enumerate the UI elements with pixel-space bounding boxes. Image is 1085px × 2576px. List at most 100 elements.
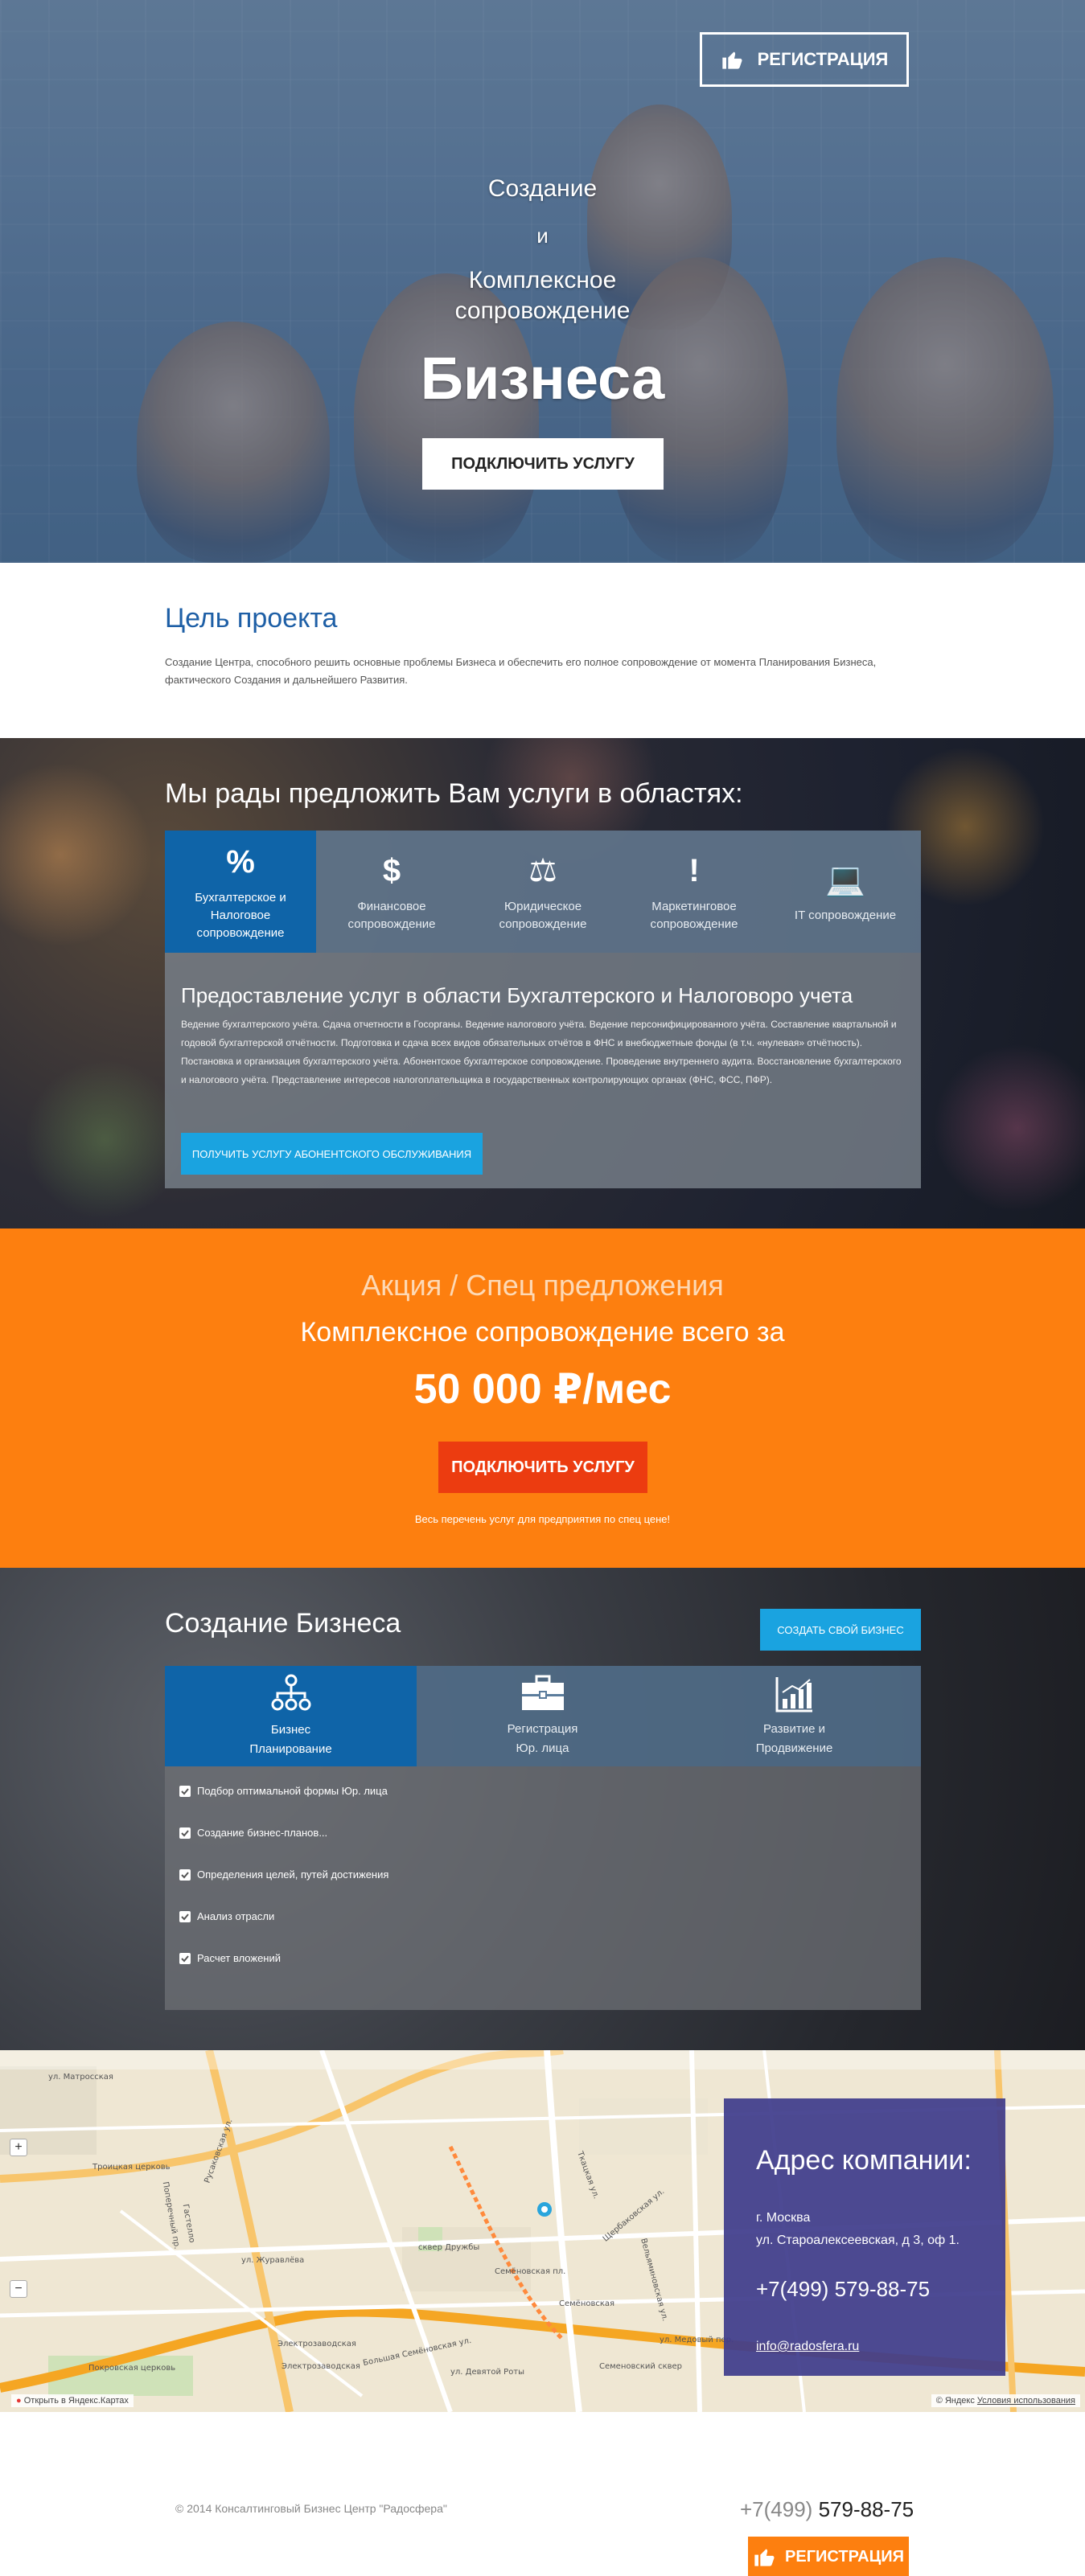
tab-label-line1: Финансовое: [357, 900, 426, 913]
list-item-label: Создание бизнес-планов...: [197, 1827, 328, 1839]
map-label: ул. Матросская: [48, 2073, 113, 2082]
address-title: Адрес компании:: [756, 2145, 972, 2176]
tab-development[interactable]: Развитие и Продвижение: [668, 1666, 920, 1766]
map-section[interactable]: + − ул. Матросская Троицкая церковь Руса…: [0, 2050, 1085, 2412]
list-item-label: Анализ отрасли: [197, 1910, 275, 1922]
hero-section: РЕГИСТРАЦИЯ Создание и Комплексное сопро…: [0, 0, 1085, 563]
tab-finance[interactable]: $ Финансовое сопровождение: [316, 831, 467, 953]
address-email-link[interactable]: info@radosfera.ru: [756, 2340, 859, 2354]
map-label: Ткацкая ул.: [575, 2150, 601, 2201]
tab-business-planning[interactable]: Бизнес Планирование: [165, 1666, 417, 1766]
checkbox-icon: [179, 1911, 191, 1922]
org-chart-icon: [271, 1674, 310, 1710]
tab-label-line2: сопровождение: [499, 917, 587, 931]
promo-title: Акция / Спец предложения: [361, 1269, 724, 1302]
checkbox-icon: [179, 1953, 191, 1964]
map-label: ул. Медовый пер.: [660, 2336, 734, 2344]
tab-label-line2: Юр. лица: [516, 1741, 569, 1755]
register-label: РЕГИСТРАЦИЯ: [757, 49, 889, 69]
map-label: Большая Семёновская ул.: [362, 2336, 473, 2369]
tab-label-line1: Бизнес: [270, 1722, 311, 1737]
tab-marketing[interactable]: ! Маркетинговое сопровождение: [619, 831, 770, 953]
tab-legal[interactable]: ⚖ Юридическое сопровождение: [467, 831, 619, 953]
promo-note: Весь перечень услуг для предприятия по с…: [414, 1513, 671, 1525]
hero-line-and: и: [536, 224, 549, 248]
business-section: Создание Бизнеса СОЗДАТЬ СВОЙ БИЗНЕС Биз…: [0, 1568, 1085, 2050]
list-item: Создание бизнес-планов...: [179, 1827, 388, 1868]
tab-label-line1: Юридическое: [503, 900, 582, 913]
map-copyright-text: © Яндекс: [935, 2396, 975, 2406]
get-subscription-service-button[interactable]: ПОЛУЧИТЬ УСЛУГУ АБОНЕНТСКОГО ОБСЛУЖИВАНИ…: [181, 1133, 483, 1175]
map-label: Семеновский сквер: [599, 2362, 683, 2371]
promo-connect-button[interactable]: ПОДКЛЮЧИТЬ УСЛУГУ: [438, 1442, 647, 1493]
services-panel-title: Предоставление услуг в области Бухгалтер…: [181, 983, 853, 1007]
services-title: Мы рады предложить Вам услуги в областях…: [165, 778, 743, 809]
services-section: Мы рады предложить Вам услуги в областях…: [0, 738, 1085, 1229]
map-label: Троицкая церковь: [92, 2163, 171, 2172]
bokeh-light: [24, 1060, 185, 1220]
services-tabs: % Бухгалтерское и Налоговое сопровождени…: [165, 831, 921, 953]
map-label: Поперечный пр.: [160, 2180, 182, 2250]
tab-label-line1: Маркетинговое: [651, 900, 737, 913]
laptop-icon: 💻: [825, 862, 865, 897]
hero-line-create: Создание: [487, 175, 598, 202]
address-city: г. Москва: [756, 2211, 811, 2225]
checkbox-icon: [179, 1786, 191, 1797]
connect-service-button[interactable]: ПОДКЛЮЧИТЬ УСЛУГУ: [422, 438, 664, 490]
address-box: Адрес компании: г. Москва ул. Староалекс…: [724, 2098, 1005, 2376]
services-panel: % Бухгалтерское и Налоговое сопровождени…: [165, 831, 921, 1188]
open-in-yandex-label: Открыть в Яндекс.Картах: [23, 2396, 129, 2406]
address-phone: +7(499) 579-88-75: [756, 2277, 931, 2301]
bokeh-light: [0, 762, 153, 947]
map-label: Семёновская: [559, 2299, 615, 2308]
open-in-yandex-link[interactable]: ● Открыть в Яндекс.Картах: [11, 2394, 134, 2407]
list-item-label: Определения целей, путей достижения: [197, 1868, 389, 1881]
briefcase-icon: [521, 1675, 564, 1710]
map-label: Русаковская ул.: [203, 2118, 235, 2184]
checkbox-icon: [179, 1827, 191, 1839]
map-label: ул. Журавлёва: [241, 2256, 305, 2265]
exclamation-icon: !: [688, 853, 700, 888]
map-label: Щербаковская ул.: [601, 2187, 667, 2244]
footer-copyright: © 2014 Консалтинговый Бизнес Центр "Радо…: [175, 2502, 447, 2515]
create-business-button[interactable]: СОЗДАТЬ СВОЙ БИЗНЕС: [760, 1609, 921, 1651]
tab-label-line1: Бухгалтерское и: [195, 891, 286, 904]
tab-label-line1: Регистрация: [507, 1721, 578, 1736]
footer-register-label: РЕГИСТРАЦИЯ: [785, 2547, 904, 2566]
footer-register-button[interactable]: РЕГИСТРАЦИЯ: [748, 2537, 909, 2576]
hero-line-complex-a: Комплексное: [468, 267, 617, 293]
business-panel: Бизнес Планирование Регистрация Юр. лица: [165, 1666, 921, 2010]
tab-label-line2: Налоговое: [210, 909, 271, 922]
scales-icon: ⚖: [528, 853, 557, 888]
address-street: ул. Староалексеевская, д 3, оф 1.: [756, 2233, 960, 2247]
hero-line-complex-b: сопровождение: [454, 297, 631, 324]
tab-label-line2: сопровождение: [650, 917, 738, 931]
list-item: Определения целей, путей достижения: [179, 1868, 388, 1910]
hero-line-complex: Комплексное сопровождение: [0, 265, 1085, 326]
tab-accounting[interactable]: % Бухгалтерское и Налоговое сопровождени…: [165, 831, 316, 953]
footer-phone-prefix: +7(499): [740, 2497, 813, 2521]
terms-link[interactable]: Условия использования: [977, 2396, 1075, 2406]
list-item-label: Подбор оптимальной формы Юр. лица: [197, 1785, 388, 1797]
footer: © 2014 Консалтинговый Бизнес Центр "Радо…: [0, 2412, 1085, 2576]
tab-it[interactable]: 💻 IT сопровождение: [770, 831, 921, 953]
goal-text: Создание Центра, способного решить основ…: [165, 656, 877, 686]
tab-label-line1: IT сопровождение: [794, 909, 897, 922]
register-button[interactable]: РЕГИСТРАЦИЯ: [700, 32, 909, 87]
map-copyright: © Яндекс Условия использования: [931, 2394, 1080, 2407]
tab-label-line2: Продвижение: [755, 1741, 833, 1755]
map-label: Покровская церковь: [88, 2364, 176, 2373]
map-label: Семёновская пл.: [495, 2267, 566, 2276]
map-label: Электрозаводская: [282, 2362, 360, 2371]
tab-registration[interactable]: Регистрация Юр. лица: [417, 1666, 668, 1766]
growth-chart-icon: [775, 1676, 812, 1712]
list-item: Анализ отрасли: [179, 1910, 388, 1952]
map-label: Вельяминовская ул.: [639, 2237, 670, 2323]
bokeh-light: [933, 1044, 1085, 1212]
thumbs-up-icon: [754, 2549, 775, 2566]
map-label: Электрозаводская: [277, 2340, 356, 2348]
list-item: Подбор оптимальной формы Юр. лица: [179, 1785, 388, 1827]
map-pin-icon: ●: [16, 2396, 22, 2406]
percent-icon: %: [226, 844, 255, 880]
footer-phone-number: 579-88-75: [818, 2497, 914, 2521]
